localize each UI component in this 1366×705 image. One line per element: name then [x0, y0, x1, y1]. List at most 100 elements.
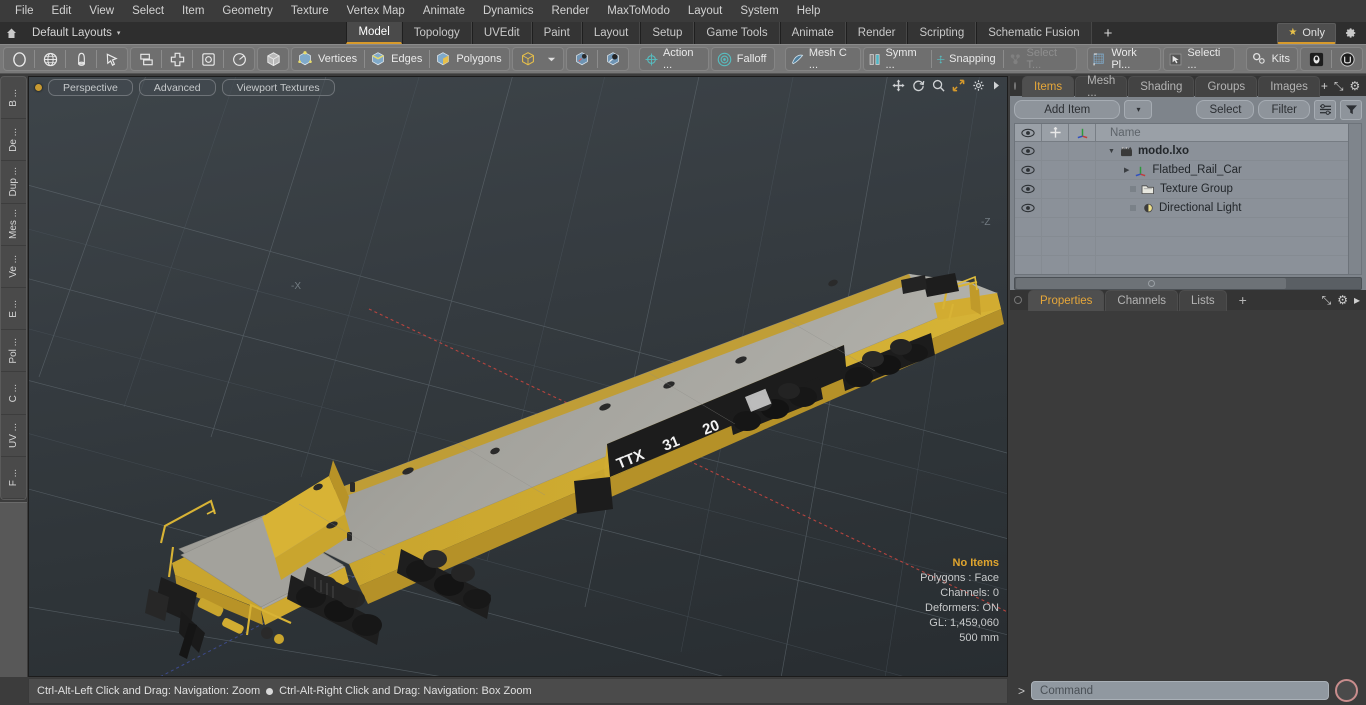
layout-tab-scripting[interactable]: Scripting	[907, 22, 977, 44]
menu-item-dynamics[interactable]: Dynamics	[474, 3, 542, 19]
menu-item-maxtomodo[interactable]: MaxToModo	[598, 3, 679, 19]
layout-tab-paint[interactable]: Paint	[531, 22, 582, 44]
items-cube-icon[interactable]	[259, 48, 287, 70]
panel-menu-dot[interactable]	[1014, 82, 1016, 90]
items-tab-mesh[interactable]: Mesh ...	[1075, 75, 1128, 99]
globe-icon[interactable]	[36, 48, 64, 70]
gear-icon[interactable]: ⚙	[1337, 293, 1348, 307]
cube-mode-icon[interactable]	[514, 48, 542, 70]
items-tab-groups[interactable]: Groups	[1195, 75, 1258, 97]
gear-icon[interactable]: ⚙	[1350, 79, 1361, 93]
left-tab-5[interactable]: E ...	[1, 288, 26, 331]
row-lock-cell[interactable]	[1042, 142, 1069, 160]
left-tab-8[interactable]: UV ...	[1, 415, 26, 457]
layout-tab-render[interactable]: Render	[845, 22, 908, 44]
symmetry-button[interactable]: Symm ...	[865, 47, 929, 71]
left-tab-0[interactable]: B ...	[1, 77, 26, 120]
viewport-active-dot[interactable]	[35, 84, 42, 91]
viewport-textures-button[interactable]: Viewport Textures	[221, 79, 335, 96]
list-options-icon[interactable]	[1314, 99, 1336, 120]
paint-select-icon[interactable]	[568, 48, 596, 70]
left-tab-4[interactable]: Ve ...	[1, 246, 26, 289]
radial-icon[interactable]	[225, 48, 253, 70]
row-transform-cell[interactable]	[1069, 199, 1096, 217]
menu-item-animate[interactable]: Animate	[414, 3, 474, 19]
properties-tab-+[interactable]: +	[1228, 290, 1258, 310]
items-tab-images[interactable]: Images	[1258, 75, 1320, 97]
menu-item-geometry[interactable]: Geometry	[213, 3, 282, 19]
home-icon[interactable]	[0, 23, 22, 43]
left-tab-3[interactable]: Mes ...	[1, 204, 26, 246]
left-tab-2[interactable]: Dup ...	[1, 161, 26, 204]
sphere-icon[interactable]	[5, 48, 33, 70]
menu-item-view[interactable]: View	[80, 3, 123, 19]
row-transform-cell[interactable]	[1069, 180, 1096, 198]
only-toggle-button[interactable]: ★ Only	[1277, 22, 1336, 44]
menu-item-render[interactable]: Render	[542, 3, 598, 19]
table-row[interactable]: Texture Group	[1015, 180, 1361, 199]
menu-item-help[interactable]: Help	[788, 3, 830, 19]
properties-tab-properties[interactable]: Properties	[1028, 289, 1105, 311]
expand-icon[interactable]: ⤡	[1334, 79, 1344, 94]
mesh-constraint-button[interactable]: Mesh C ...	[787, 47, 859, 71]
layout-tab-animate[interactable]: Animate	[779, 22, 846, 44]
align-icon[interactable]	[132, 48, 160, 70]
move-icon[interactable]	[892, 79, 905, 92]
fit-icon[interactable]	[952, 79, 965, 92]
menu-item-texture[interactable]: Texture	[282, 3, 338, 19]
lasso-select-icon[interactable]	[599, 48, 627, 70]
zoom-icon[interactable]	[932, 79, 945, 92]
menu-item-vertex-map[interactable]: Vertex Map	[338, 3, 414, 19]
properties-tab-lists[interactable]: Lists	[1179, 289, 1227, 311]
viewport-shading-button[interactable]: Advanced	[138, 79, 216, 96]
cone-icon[interactable]	[67, 48, 95, 70]
work-plane-button[interactable]: Work Pl...	[1089, 47, 1159, 71]
row-visibility-eye-icon[interactable]	[1015, 142, 1042, 160]
item-row-content[interactable]: ▶ Flatbed_Rail_Car	[1096, 164, 1361, 177]
items-tab-items[interactable]: Items	[1022, 75, 1075, 97]
kits-button[interactable]: Kits	[1248, 48, 1296, 70]
record-icon[interactable]	[1335, 679, 1358, 702]
cursor-icon[interactable]	[98, 48, 126, 70]
row-lock-cell[interactable]	[1042, 180, 1069, 198]
viewport-perspective-button[interactable]: Perspective	[48, 79, 133, 96]
row-transform-cell[interactable]	[1069, 142, 1096, 160]
more-arrow-icon[interactable]: ▸	[1354, 293, 1360, 307]
menu-item-edit[interactable]: Edit	[43, 3, 81, 19]
row-lock-cell[interactable]	[1042, 161, 1069, 179]
layout-tab-schematic-fusion[interactable]: Schematic Fusion	[976, 22, 1092, 44]
unreal-bridge-icon[interactable]	[1333, 48, 1361, 70]
flatbed-rail-car-model[interactable]: TTX 31 20 X Y Z	[29, 77, 1008, 677]
layout-tab-uvedit[interactable]: UVEdit	[471, 22, 532, 44]
frame-icon[interactable]	[194, 48, 222, 70]
action-center-button[interactable]: Action ...	[641, 47, 707, 71]
menu-item-layout[interactable]: Layout	[679, 3, 732, 19]
expand-arrow-icon[interactable]	[992, 80, 1001, 91]
chevron-down-icon[interactable]	[542, 48, 562, 70]
funnel-icon[interactable]	[1340, 99, 1362, 120]
3d-viewport[interactable]: -X -Z TTX 31 20 Perspective Advanced Vie…	[28, 76, 1008, 677]
expander-icon[interactable]: ▼	[1108, 148, 1115, 155]
item-row-content[interactable]: ▼ modo.lxo	[1096, 145, 1361, 157]
vertices-mode-button[interactable]: Vertices	[293, 48, 363, 70]
menu-item-item[interactable]: Item	[173, 3, 213, 19]
row-visibility-eye-icon[interactable]	[1015, 180, 1042, 198]
items-tree[interactable]: Name ▼ modo.lxo ▶ Flatbed_Rail_Car Texture G…	[1014, 123, 1362, 275]
modo-bridge-icon[interactable]	[1302, 48, 1330, 70]
left-tab-1[interactable]: De ...	[1, 119, 26, 162]
snapping-button[interactable]: Snapping	[933, 48, 1002, 70]
properties-tab-channels[interactable]: Channels	[1105, 289, 1179, 311]
filter-button[interactable]: Filter	[1258, 100, 1310, 119]
layout-tab-topology[interactable]: Topology	[401, 22, 472, 44]
properties-menu-dot[interactable]	[1014, 296, 1022, 304]
polygons-mode-button[interactable]: Polygons	[431, 48, 507, 70]
row-lock-cell[interactable]	[1042, 199, 1069, 217]
layout-tab-layout[interactable]: Layout	[581, 22, 641, 44]
add-tab-icon[interactable]: +	[1321, 79, 1328, 93]
items-tab-shading[interactable]: Shading	[1128, 75, 1195, 97]
command-input[interactable]: Command	[1031, 681, 1329, 700]
row-transform-cell[interactable]	[1069, 161, 1096, 179]
layout-selector[interactable]: Default Layouts ▾	[22, 27, 130, 39]
rotate-icon[interactable]	[912, 79, 925, 92]
left-tab-9[interactable]: F ...	[1, 457, 26, 499]
